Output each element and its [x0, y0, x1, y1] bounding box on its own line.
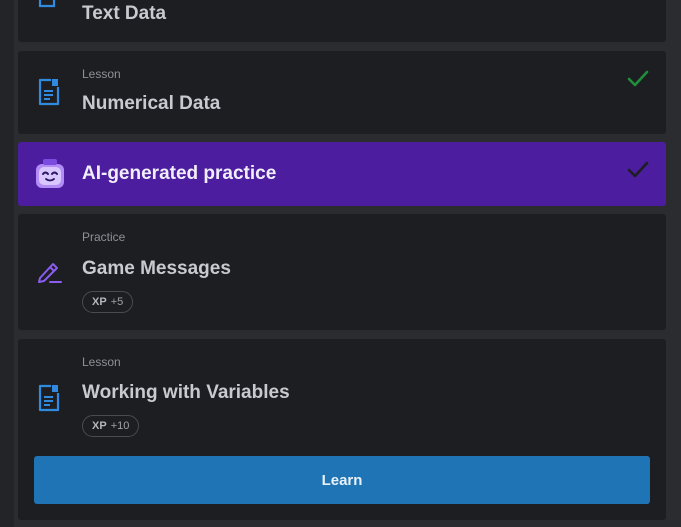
- lesson-title: Working with Variables: [82, 382, 290, 403]
- lesson-card-numerical-data[interactable]: Lesson Numerical Data: [18, 51, 666, 134]
- lesson-title: Text Data: [82, 3, 167, 24]
- lesson-doc-icon: [37, 78, 61, 111]
- practice-title: Game Messages: [82, 258, 231, 279]
- practice-type-label: Practice: [82, 230, 126, 244]
- lesson-card-text-data[interactable]: Text Data: [18, 0, 666, 42]
- lesson-type-label: Lesson: [82, 355, 121, 369]
- ai-robot-icon: [34, 159, 66, 194]
- lesson-card-working-with-variables[interactable]: Lesson Working with Variables XP +10 Lear…: [18, 339, 666, 520]
- practice-card-game-messages[interactable]: Practice Game Messages XP +5: [18, 214, 666, 330]
- check-icon: [627, 70, 649, 93]
- left-rail: [0, 0, 14, 527]
- xp-label: XP: [92, 420, 107, 432]
- lesson-doc-icon: [37, 0, 61, 19]
- lesson-doc-icon: [37, 384, 61, 417]
- xp-label: XP: [92, 296, 107, 308]
- lesson-type-label: Lesson: [82, 67, 121, 81]
- lesson-title: Numerical Data: [82, 93, 221, 114]
- xp-badge: XP +5: [82, 291, 134, 313]
- ai-practice-card[interactable]: AI-generated practice: [18, 142, 666, 206]
- learn-button[interactable]: Learn: [34, 456, 650, 504]
- xp-value: +5: [110, 296, 124, 308]
- pencil-practice-icon: [37, 259, 63, 290]
- check-icon: [627, 161, 649, 184]
- xp-value: +10: [110, 420, 130, 432]
- practice-title: AI-generated practice: [82, 163, 277, 184]
- xp-badge: XP +10: [82, 415, 140, 437]
